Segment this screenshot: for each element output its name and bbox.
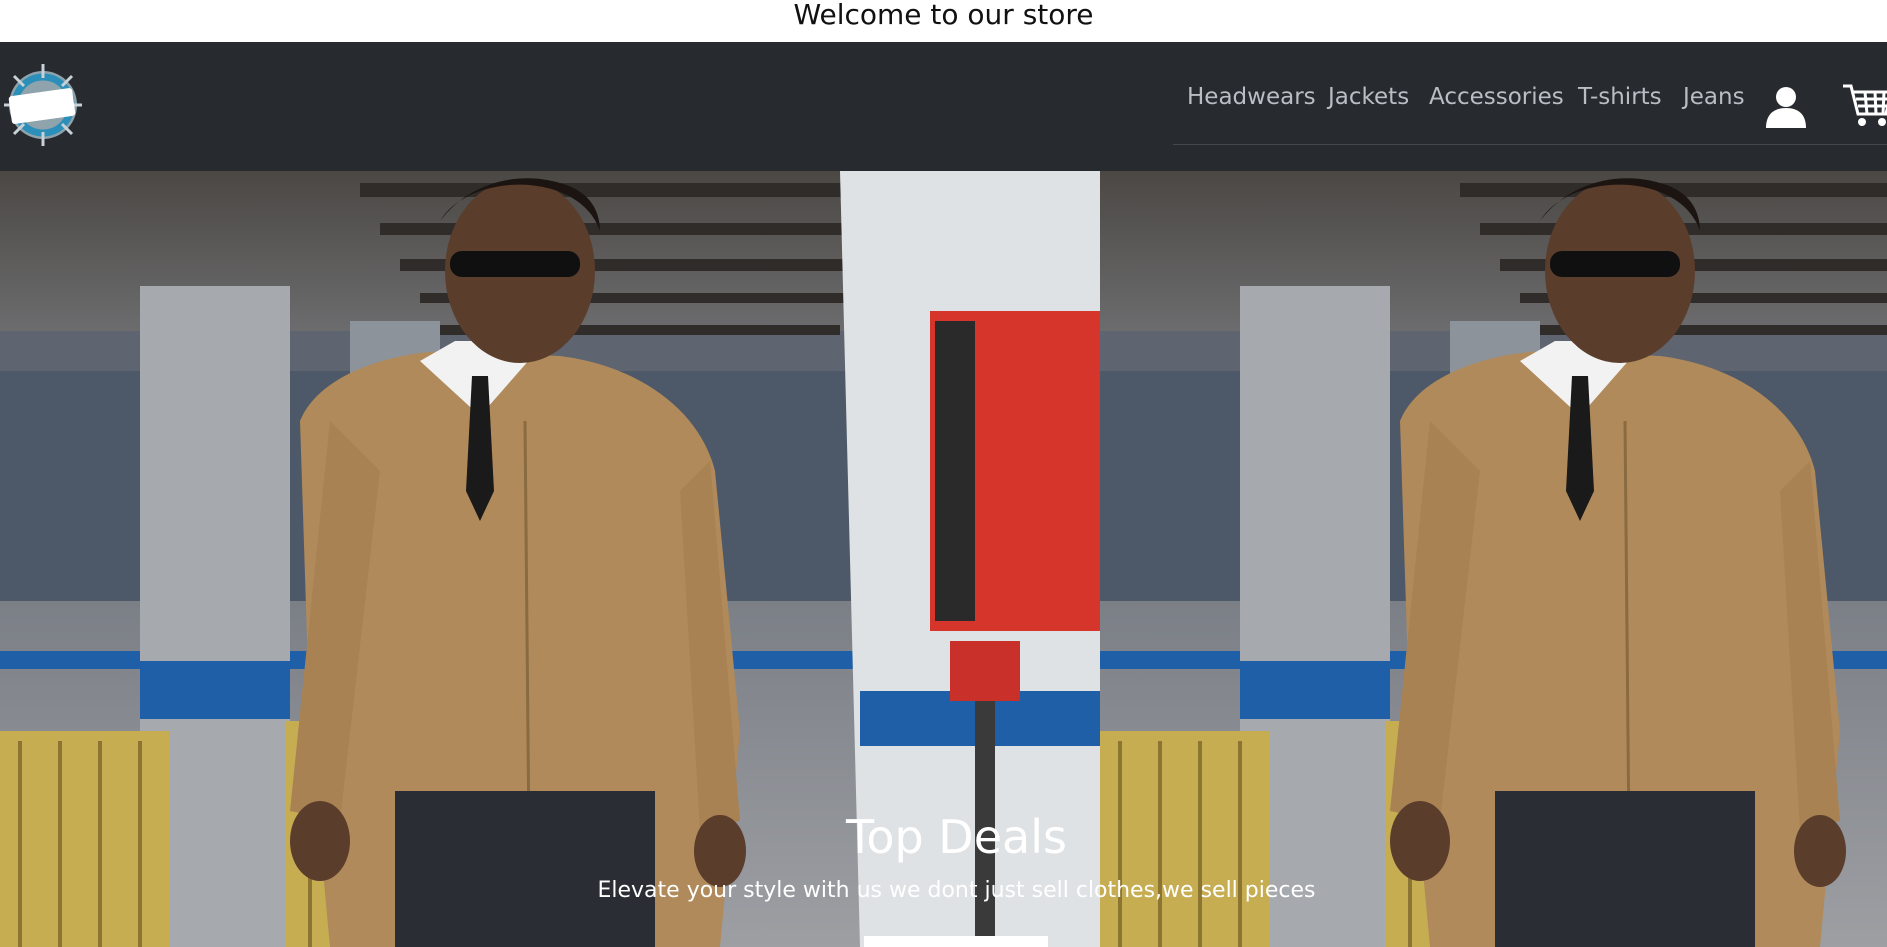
hero-subtitle: Elevate your style with us we dont just … xyxy=(597,878,1316,903)
nav-link-tshirts[interactable]: T-shirts xyxy=(1578,84,1662,110)
hero-title: Top Deals xyxy=(846,810,1067,864)
nav-link-accessories[interactable]: Accessories xyxy=(1429,84,1564,110)
welcome-banner: Welcome to our store xyxy=(0,0,1887,42)
nav-menu: Headwears Jackets Accessories T-shirts J… xyxy=(1173,82,1887,145)
nav-link-jackets[interactable]: Jackets xyxy=(1328,84,1409,110)
hero-cta-button[interactable] xyxy=(864,936,1048,947)
nav-link-headwears[interactable]: Headwears xyxy=(1187,84,1316,110)
cart-icon[interactable] xyxy=(1842,82,1887,128)
store-logo-icon[interactable] xyxy=(2,62,84,148)
nav-link-jeans[interactable]: Jeans xyxy=(1683,84,1745,110)
user-icon[interactable] xyxy=(1764,84,1808,128)
hero-section: Top Deals Elevate your style with us we … xyxy=(0,171,1887,947)
main-navbar: Headwears Jackets Accessories T-shirts J… xyxy=(0,42,1887,171)
